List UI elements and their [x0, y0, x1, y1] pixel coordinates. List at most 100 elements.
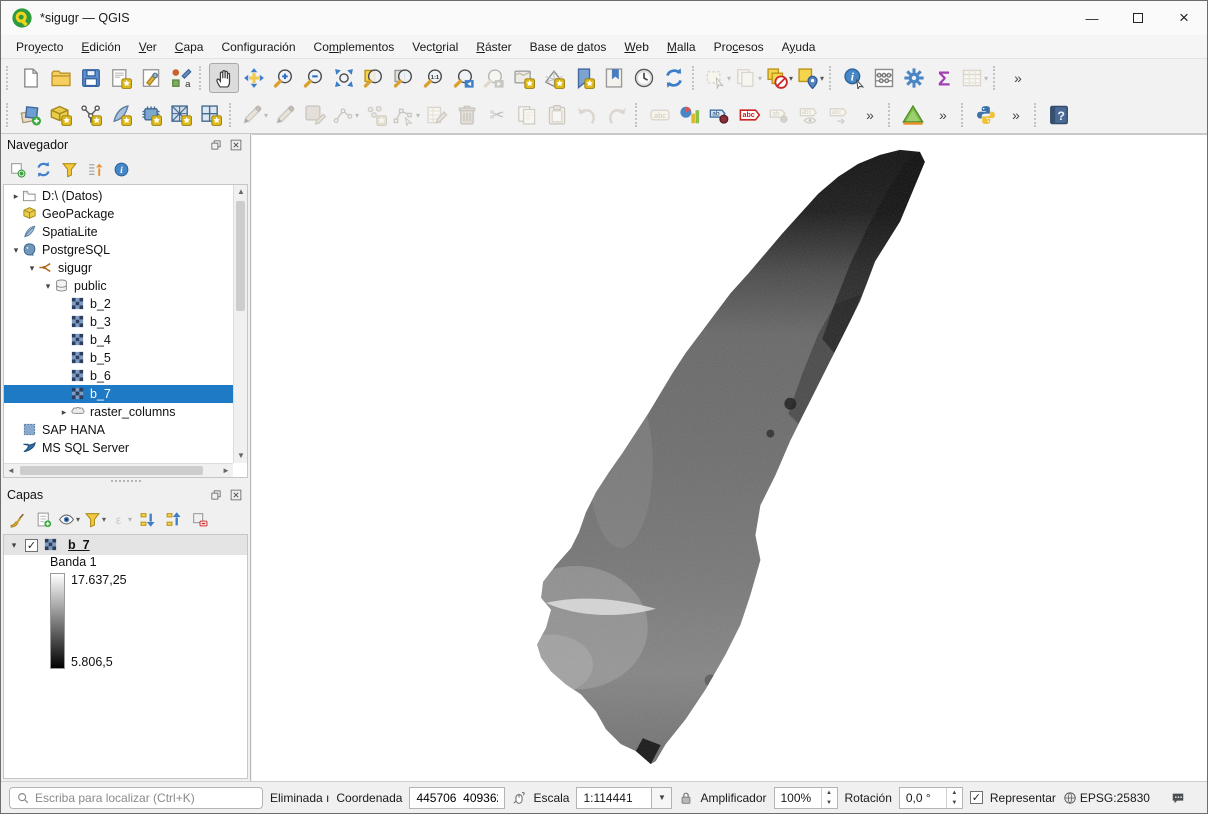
open-project-button[interactable] [46, 63, 76, 93]
processing-toolbox-button[interactable] [899, 63, 929, 93]
layer-expander-icon[interactable]: ▾ [8, 540, 20, 551]
menu-malla[interactable]: Malla [658, 37, 705, 57]
menu-web[interactable]: Web [615, 37, 657, 57]
current-edits-button[interactable]: ▾ [239, 100, 270, 130]
menu-procesos[interactable]: Procesos [705, 37, 773, 57]
toolbar-grip[interactable] [993, 66, 1000, 90]
layer-diagram-button[interactable] [675, 100, 705, 130]
toolbar-grip[interactable] [6, 66, 13, 90]
toolbar-grip[interactable] [692, 66, 699, 90]
browser-item-b-2[interactable]: b_2 [4, 295, 233, 313]
dropdown-arrow-icon[interactable]: ▾ [984, 74, 988, 83]
rotation-spinbox[interactable]: 0,0 ° ▲▼ [899, 787, 963, 809]
toolbar-grip[interactable] [6, 103, 13, 127]
magnifier-spinbox[interactable]: 100% ▲▼ [774, 787, 838, 809]
grass-overflow-button[interactable]: » [928, 100, 958, 130]
delete-selected-button[interactable] [452, 100, 482, 130]
open-attribute-table-button[interactable]: ▾ [959, 63, 990, 93]
map-canvas[interactable] [252, 134, 1207, 781]
filter-legend-button[interactable]: ▾ [83, 507, 107, 531]
select-by-location-button[interactable]: ▾ [795, 63, 826, 93]
python-overflow-button[interactable]: » [1001, 100, 1031, 130]
scale-combo[interactable]: 1:114441 ▼ [576, 787, 672, 809]
add-group-button[interactable] [31, 507, 55, 531]
toolbar-grip[interactable] [635, 103, 642, 127]
select-by-value-button[interactable]: ▾ [733, 63, 764, 93]
properties-widget-button[interactable]: i [109, 157, 133, 181]
dropdown-arrow-icon[interactable]: ▾ [264, 111, 268, 120]
new-temporary-scratch-layer-button[interactable] [136, 100, 166, 130]
modify-attributes-button[interactable] [422, 100, 452, 130]
pin-labels-button[interactable]: ab [705, 100, 735, 130]
menu-r-ster[interactable]: Ráster [467, 37, 520, 57]
tree-expander-icon[interactable]: ▸ [58, 407, 70, 418]
toggle-editing-button[interactable] [270, 100, 300, 130]
menu-ayuda[interactable]: Ayuda [773, 37, 825, 57]
dropdown-arrow-icon[interactable]: ▾ [820, 74, 824, 83]
layout-manager-button[interactable] [106, 63, 136, 93]
new-virtual-layer-button[interactable] [196, 100, 226, 130]
coordinate-input[interactable] [416, 791, 498, 805]
remove-layer-button[interactable] [187, 507, 211, 531]
menu-vectorial[interactable]: Vectorial [403, 37, 467, 57]
add-point-feature-button[interactable] [361, 100, 391, 130]
menu-edici-n[interactable]: Edición [72, 37, 129, 57]
labels-overflow-button[interactable]: » [855, 100, 885, 130]
browser-item-b-3[interactable]: b_3 [4, 313, 233, 331]
new-3d-map-view-button[interactable] [539, 63, 569, 93]
copy-features-button[interactable] [512, 100, 542, 130]
change-label-button[interactable]: abc [825, 100, 855, 130]
zoom-next-button[interactable] [479, 63, 509, 93]
dropdown-arrow-icon[interactable]: ▾ [758, 74, 762, 83]
new-spatial-bookmark-button[interactable] [569, 63, 599, 93]
layers-float-button[interactable] [208, 488, 224, 502]
menu-ver[interactable]: Ver [130, 37, 166, 57]
menu-capa[interactable]: Capa [166, 37, 213, 57]
browser-item-ms-sql-server[interactable]: MS SQL Server [4, 439, 233, 457]
spin-down-icon[interactable]: ▼ [947, 798, 962, 808]
layer-labeling-button[interactable]: abc [645, 100, 675, 130]
menu-proyecto[interactable]: Proyecto [7, 37, 72, 57]
locator-search[interactable] [9, 787, 263, 809]
render-checkbox[interactable]: ✓ [970, 791, 983, 804]
dropdown-arrow-icon[interactable]: ▾ [128, 515, 132, 524]
tree-expander-icon[interactable]: ▾ [42, 281, 54, 292]
browser-horizontal-scrollbar[interactable]: ◄ ► [4, 463, 233, 477]
dropdown-arrow-icon[interactable]: ▾ [416, 111, 420, 120]
dropdown-arrow-icon[interactable]: ▾ [789, 74, 793, 83]
grass-tools-button[interactable] [898, 100, 928, 130]
show-hide-labels-button[interactable]: abc [795, 100, 825, 130]
lock-scale-icon[interactable] [679, 791, 693, 805]
paste-features-button[interactable] [542, 100, 572, 130]
browser-item-public[interactable]: ▾public [4, 277, 233, 295]
select-features-button[interactable]: ▾ [702, 63, 733, 93]
browser-item-postgresql[interactable]: ▾PostgreSQL [4, 241, 233, 259]
python-console-button[interactable] [971, 100, 1001, 130]
cut-features-button[interactable]: ✂ [482, 100, 512, 130]
browser-item-d-datos[interactable]: ▸D:\ (Datos) [4, 187, 233, 205]
scroll-down-icon[interactable]: ▼ [234, 449, 248, 463]
scrollbar-thumb[interactable] [236, 201, 245, 311]
dropdown-arrow-icon[interactable]: ▾ [727, 74, 731, 83]
minimize-button[interactable]: — [1069, 1, 1115, 35]
new-spatialite-layer-button[interactable] [106, 100, 136, 130]
style-manager-button[interactable] [136, 63, 166, 93]
layer-item-b7[interactable]: ▾ ✓ b_7 [4, 535, 247, 555]
pan-map-button[interactable] [209, 63, 239, 93]
highlight-labels-button[interactable]: abc [735, 100, 765, 130]
zoom-last-button[interactable] [449, 63, 479, 93]
add-selected-layers-button[interactable] [5, 157, 29, 181]
new-map-view-button[interactable] [509, 63, 539, 93]
toolbar-overflow-button[interactable]: » [1003, 63, 1033, 93]
deselect-features-button[interactable]: ▾ [764, 63, 795, 93]
browser-item-spatialite[interactable]: SpatiaLite [4, 223, 233, 241]
browser-item-sigugr[interactable]: ▾sigugr [4, 259, 233, 277]
scale-dropdown-icon[interactable]: ▼ [652, 787, 672, 809]
tree-expander-icon[interactable]: ▾ [26, 263, 38, 274]
scrollbar-thumb[interactable] [20, 466, 203, 475]
browser-item-b-7[interactable]: b_7 [4, 385, 233, 403]
scroll-right-icon[interactable]: ► [219, 464, 233, 478]
close-button[interactable]: × [1161, 1, 1207, 35]
save-edits-button[interactable] [300, 100, 330, 130]
data-source-manager-button[interactable] [16, 100, 46, 130]
